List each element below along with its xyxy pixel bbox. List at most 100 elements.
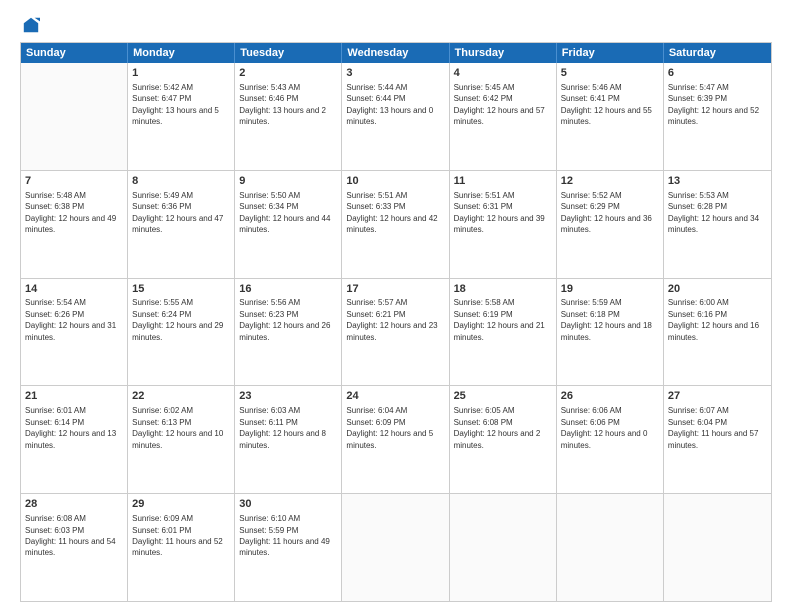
day-number: 12 [561,174,659,189]
day-cell-21: 21 Sunrise: 6:01 AM Sunset: 6:14 PM Dayli… [21,386,128,493]
day-number: 8 [132,174,230,189]
day-cell-25: 25 Sunrise: 6:05 AM Sunset: 6:08 PM Dayli… [450,386,557,493]
header-day-tuesday: Tuesday [235,43,342,63]
cell-info: Sunrise: 5:51 AM Sunset: 6:31 PM Dayligh… [454,191,545,234]
cell-info: Sunrise: 5:59 AM Sunset: 6:18 PM Dayligh… [561,298,652,341]
day-cell-19: 19Sunrise: 5:59 AM Sunset: 6:18 PM Dayli… [557,279,664,386]
day-number: 16 [239,282,337,297]
cell-info: Sunrise: 6:09 AM Sunset: 6:01 PM Dayligh… [132,514,223,557]
cell-info: Sunrise: 6:02 AM Sunset: 6:13 PM Dayligh… [132,406,223,449]
day-number: 3 [346,66,444,81]
day-cell-7: 7 Sunrise: 5:48 AM Sunset: 6:38 PM Daylig… [21,171,128,278]
cell-info: Sunrise: 6:08 AM Sunset: 6:03 PM Dayligh… [25,514,116,557]
cell-info: Sunrise: 5:42 AM Sunset: 6:47 PM Dayligh… [132,83,219,126]
day-number: 29 [132,497,230,512]
cell-info: Sunrise: 5:46 AM Sunset: 6:41 PM Dayligh… [561,83,652,126]
day-number: 4 [454,66,552,81]
cell-info: Sunrise: 5:58 AM Sunset: 6:19 PM Dayligh… [454,298,545,341]
calendar: SundayMondayTuesdayWednesdayThursdayFrid… [20,42,772,602]
day-number: 13 [668,174,767,189]
cell-info: Sunrise: 5:52 AM Sunset: 6:29 PM Dayligh… [561,191,652,234]
calendar-row-3: 21 Sunrise: 6:01 AM Sunset: 6:14 PM Dayli… [21,386,771,494]
day-number: 18 [454,282,552,297]
day-number: 19 [561,282,659,297]
cell-info: Sunrise: 6:05 AM Sunset: 6:08 PM Dayligh… [454,406,541,449]
day-cell-9: 9 Sunrise: 5:50 AM Sunset: 6:34 PM Daylig… [235,171,342,278]
header-day-wednesday: Wednesday [342,43,449,63]
cell-info: Sunrise: 6:04 AM Sunset: 6:09 PM Dayligh… [346,406,433,449]
header-day-thursday: Thursday [450,43,557,63]
day-number: 27 [668,389,767,404]
day-number: 2 [239,66,337,81]
calendar-header: SundayMondayTuesdayWednesdayThursdayFrid… [21,43,771,63]
day-cell-13: 13Sunrise: 5:53 AM Sunset: 6:28 PM Dayli… [664,171,771,278]
day-number: 7 [25,174,123,189]
day-number: 1 [132,66,230,81]
day-number: 10 [346,174,444,189]
day-number: 20 [668,282,767,297]
header-day-friday: Friday [557,43,664,63]
cell-info: Sunrise: 5:44 AM Sunset: 6:44 PM Dayligh… [346,83,433,126]
day-cell-6: 6 Sunrise: 5:47 AM Sunset: 6:39 PM Daylig… [664,63,771,170]
day-cell-20: 20Sunrise: 6:00 AM Sunset: 6:16 PM Dayli… [664,279,771,386]
logo-icon [22,16,40,34]
calendar-row-4: 28 Sunrise: 6:08 AM Sunset: 6:03 PM Dayli… [21,494,771,601]
cell-info: Sunrise: 6:06 AM Sunset: 6:06 PM Dayligh… [561,406,648,449]
day-cell-4: 4Sunrise: 5:45 AM Sunset: 6:42 PM Daylig… [450,63,557,170]
day-number: 28 [25,497,123,512]
day-number: 6 [668,66,767,81]
empty-cell [450,494,557,601]
cell-info: Sunrise: 6:00 AM Sunset: 6:16 PM Dayligh… [668,298,759,341]
cell-info: Sunrise: 5:47 AM Sunset: 6:39 PM Dayligh… [668,83,759,126]
day-number: 17 [346,282,444,297]
cell-info: Sunrise: 5:49 AM Sunset: 6:36 PM Dayligh… [132,191,223,234]
day-cell-28: 28 Sunrise: 6:08 AM Sunset: 6:03 PM Dayli… [21,494,128,601]
cell-info: Sunrise: 5:57 AM Sunset: 6:21 PM Dayligh… [346,298,437,341]
day-cell-12: 12 Sunrise: 5:52 AM Sunset: 6:29 PM Dayli… [557,171,664,278]
header-day-saturday: Saturday [664,43,771,63]
calendar-body: 1 Sunrise: 5:42 AM Sunset: 6:47 PM Daylig… [21,63,771,601]
cell-info: Sunrise: 5:54 AM Sunset: 6:26 PM Dayligh… [25,298,116,341]
cell-info: Sunrise: 5:56 AM Sunset: 6:23 PM Dayligh… [239,298,330,341]
cell-info: Sunrise: 5:55 AM Sunset: 6:24 PM Dayligh… [132,298,223,341]
day-cell-1: 1 Sunrise: 5:42 AM Sunset: 6:47 PM Daylig… [128,63,235,170]
day-number: 23 [239,389,337,404]
header-day-monday: Monday [128,43,235,63]
day-number: 24 [346,389,444,404]
day-cell-3: 3 Sunrise: 5:44 AM Sunset: 6:44 PM Daylig… [342,63,449,170]
day-cell-10: 10Sunrise: 5:51 AM Sunset: 6:33 PM Dayli… [342,171,449,278]
day-cell-15: 15Sunrise: 5:55 AM Sunset: 6:24 PM Dayli… [128,279,235,386]
day-cell-24: 24 Sunrise: 6:04 AM Sunset: 6:09 PM Dayli… [342,386,449,493]
day-number: 11 [454,174,552,189]
logo [20,16,40,34]
cell-info: Sunrise: 6:10 AM Sunset: 5:59 PM Dayligh… [239,514,330,557]
cell-info: Sunrise: 6:01 AM Sunset: 6:14 PM Dayligh… [25,406,116,449]
empty-cell [557,494,664,601]
day-cell-5: 5 Sunrise: 5:46 AM Sunset: 6:41 PM Daylig… [557,63,664,170]
day-number: 26 [561,389,659,404]
day-number: 9 [239,174,337,189]
day-cell-16: 16Sunrise: 5:56 AM Sunset: 6:23 PM Dayli… [235,279,342,386]
calendar-row-2: 14Sunrise: 5:54 AM Sunset: 6:26 PM Dayli… [21,279,771,387]
day-number: 14 [25,282,123,297]
header [20,16,772,34]
day-number: 25 [454,389,552,404]
cell-info: Sunrise: 5:48 AM Sunset: 6:38 PM Dayligh… [25,191,116,234]
empty-cell [664,494,771,601]
day-cell-2: 2Sunrise: 5:43 AM Sunset: 6:46 PM Daylig… [235,63,342,170]
day-number: 30 [239,497,337,512]
day-number: 22 [132,389,230,404]
calendar-row-1: 7 Sunrise: 5:48 AM Sunset: 6:38 PM Daylig… [21,171,771,279]
day-cell-30: 30 Sunrise: 6:10 AM Sunset: 5:59 PM Dayli… [235,494,342,601]
day-number: 21 [25,389,123,404]
day-number: 5 [561,66,659,81]
calendar-row-0: 1 Sunrise: 5:42 AM Sunset: 6:47 PM Daylig… [21,63,771,171]
cell-info: Sunrise: 5:50 AM Sunset: 6:34 PM Dayligh… [239,191,330,234]
empty-cell [21,63,128,170]
day-cell-27: 27Sunrise: 6:07 AM Sunset: 6:04 PM Dayli… [664,386,771,493]
day-cell-8: 8 Sunrise: 5:49 AM Sunset: 6:36 PM Daylig… [128,171,235,278]
day-cell-23: 23Sunrise: 6:03 AM Sunset: 6:11 PM Dayli… [235,386,342,493]
day-cell-22: 22 Sunrise: 6:02 AM Sunset: 6:13 PM Dayli… [128,386,235,493]
day-cell-11: 11 Sunrise: 5:51 AM Sunset: 6:31 PM Dayli… [450,171,557,278]
day-cell-14: 14Sunrise: 5:54 AM Sunset: 6:26 PM Dayli… [21,279,128,386]
